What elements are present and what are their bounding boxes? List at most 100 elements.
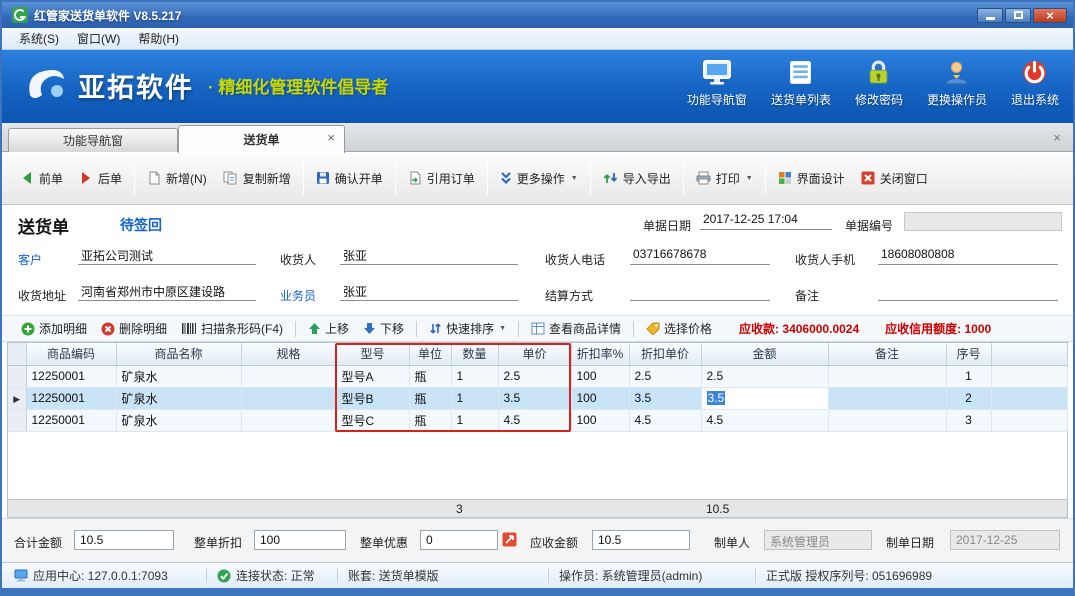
change-password-button[interactable]: 修改密码 [855, 59, 903, 108]
grid-cell[interactable]: 12250001 [26, 365, 116, 387]
col-header-price[interactable]: 单价 [498, 343, 571, 365]
grid-cell[interactable]: 4.5 [629, 409, 701, 431]
grid-cell[interactable]: 2.5 [498, 365, 571, 387]
col-header-amount[interactable]: 金额 [701, 343, 828, 365]
salesman-field[interactable]: 张亚 [340, 283, 518, 301]
view-product-detail-button[interactable]: 查看商品详情 [524, 318, 628, 339]
grid-cell[interactable]: 矿泉水 [116, 365, 241, 387]
col-header-model[interactable]: 型号 [336, 343, 409, 365]
grid-cell[interactable]: 100 [571, 387, 629, 409]
grid-cell[interactable]: 2.5 [701, 365, 828, 387]
quick-sort-button[interactable]: 快速排序▼ [422, 318, 513, 339]
col-header-product-code[interactable]: 商品编码 [26, 343, 116, 365]
quote-order-button[interactable]: 引用订单 [400, 164, 483, 193]
switch-operator-button[interactable]: 更换操作员 [927, 59, 987, 108]
grid-cell[interactable] [241, 365, 336, 387]
grid-cell[interactable] [241, 409, 336, 431]
delivery-list-button[interactable]: 送货单列表 [771, 59, 831, 108]
add-detail-button[interactable]: 添加明细 [14, 318, 94, 339]
tab-nav-window[interactable]: 功能导航窗 [8, 128, 178, 152]
grid-cell[interactable] [828, 409, 946, 431]
grid-cell[interactable] [828, 387, 946, 409]
grid-cell[interactable]: 瓶 [409, 409, 451, 431]
col-header-unit[interactable]: 单位 [409, 343, 451, 365]
settlement-field[interactable] [630, 283, 770, 301]
copy-new-button[interactable]: 复制新增 [215, 164, 299, 193]
grid-cell[interactable] [241, 387, 336, 409]
col-header-qty[interactable]: 数量 [451, 343, 498, 365]
exit-system-button[interactable]: 退出系统 [1011, 59, 1059, 108]
grid-cell[interactable]: 4.5 [498, 409, 571, 431]
grid-row[interactable]: 12250001 矿泉水 型号A 瓶 1 2.5 100 2.5 2.5 1 [8, 365, 1067, 387]
scan-barcode-button[interactable]: 扫描条形码(F4) [174, 318, 290, 339]
whole-discount-input[interactable]: 100 [254, 530, 346, 550]
col-header-remark[interactable]: 备注 [828, 343, 946, 365]
grid-cell[interactable]: 100 [571, 365, 629, 387]
grid-row[interactable]: 12250001 矿泉水 型号C 瓶 1 4.5 100 4.5 4.5 3 [8, 409, 1067, 431]
close-button[interactable]: × [1033, 8, 1067, 23]
customer-label[interactable]: 客户 [18, 251, 42, 268]
grid-cell[interactable]: 型号A [336, 365, 409, 387]
close-window-button[interactable]: 关闭窗口 [853, 164, 936, 193]
next-doc-button[interactable]: 后单 [71, 164, 130, 193]
grid-cell[interactable]: 2 [946, 387, 991, 409]
receivable-amount-input[interactable]: 10.5 [592, 530, 690, 550]
minimize-button[interactable] [977, 8, 1003, 23]
grid-cell[interactable]: 12250001 [26, 387, 116, 409]
col-header-discount-rate[interactable]: 折扣率% [571, 343, 629, 365]
menu-window[interactable]: 窗口(W) [68, 28, 129, 49]
col-header-discount-price[interactable]: 折扣单价 [629, 343, 701, 365]
grid-cell[interactable]: 3.5 [498, 387, 571, 409]
delete-detail-button[interactable]: 删除明细 [94, 318, 174, 339]
receiver-mobile-field[interactable]: 18608080808 [878, 247, 1058, 265]
grid-cell[interactable]: 1 [946, 365, 991, 387]
grid-cell[interactable]: 瓶 [409, 365, 451, 387]
col-header-product-name[interactable]: 商品名称 [116, 343, 241, 365]
nav-window-button[interactable]: 功能导航窗 [687, 59, 747, 108]
address-field[interactable]: 河南省郑州市中原区建设路 [78, 283, 256, 301]
prev-doc-button[interactable]: 前单 [12, 164, 71, 193]
grid-cell[interactable]: 2.5 [629, 365, 701, 387]
grid-cell[interactable]: 矿泉水 [116, 409, 241, 431]
grid-cell[interactable]: 型号C [336, 409, 409, 431]
grid-cell[interactable]: 瓶 [409, 387, 451, 409]
grid-cell[interactable]: 4.5 [701, 409, 828, 431]
tabbar-close-icon[interactable]: × [1049, 130, 1065, 146]
move-down-button[interactable]: 下移 [356, 318, 411, 339]
grid-cell[interactable]: 1 [451, 365, 498, 387]
receiver-field[interactable]: 张亚 [340, 247, 518, 265]
col-header-spec[interactable]: 规格 [241, 343, 336, 365]
grid-cell[interactable]: 1 [451, 409, 498, 431]
grid-cell[interactable]: 1 [451, 387, 498, 409]
maximize-button[interactable] [1005, 8, 1031, 23]
confirm-open-button[interactable]: 确认开单 [308, 164, 391, 193]
doc-date-field[interactable]: 2017-12-25 17:04 [700, 212, 832, 230]
grid-cell[interactable]: 100 [571, 409, 629, 431]
col-header-seq[interactable]: 序号 [946, 343, 991, 365]
more-operations-button[interactable]: 更多操作▼ [492, 164, 586, 193]
customer-field[interactable]: 亚拓公司测试 [78, 247, 256, 265]
grid-row-selected[interactable]: ▶ 12250001 矿泉水 型号B 瓶 1 3.5 100 3.5 3.5 2 [8, 387, 1067, 409]
grid-cell[interactable]: 3.5 [629, 387, 701, 409]
doc-no-field[interactable] [904, 212, 1062, 231]
menu-system[interactable]: 系统(S) [10, 28, 68, 49]
import-export-button[interactable]: 导入导出 [595, 164, 679, 193]
grid-cell[interactable]: 型号B [336, 387, 409, 409]
whole-reduce-input[interactable]: 0 [420, 530, 498, 550]
move-up-button[interactable]: 上移 [301, 318, 356, 339]
remark-field[interactable] [878, 283, 1058, 301]
grid-cell[interactable]: 3 [946, 409, 991, 431]
select-price-button[interactable]: 选择价格 [639, 318, 719, 339]
new-button[interactable]: 新增(N) [139, 164, 215, 193]
salesman-label[interactable]: 业务员 [280, 287, 316, 304]
grid-cell[interactable] [828, 365, 946, 387]
tab-close-icon[interactable]: × [327, 131, 335, 144]
grid-cell[interactable]: 矿泉水 [116, 387, 241, 409]
total-amount-input[interactable]: 10.5 [74, 530, 174, 550]
grid-cell[interactable]: 12250001 [26, 409, 116, 431]
grid-cell-editing[interactable]: 3.5 [701, 387, 828, 409]
tab-delivery-note[interactable]: 送货单 × [178, 125, 345, 153]
print-button[interactable]: 打印▼ [688, 164, 761, 193]
menu-help[interactable]: 帮助(H) [129, 28, 188, 49]
receiver-phone-field[interactable]: 03716678678 [630, 247, 770, 265]
